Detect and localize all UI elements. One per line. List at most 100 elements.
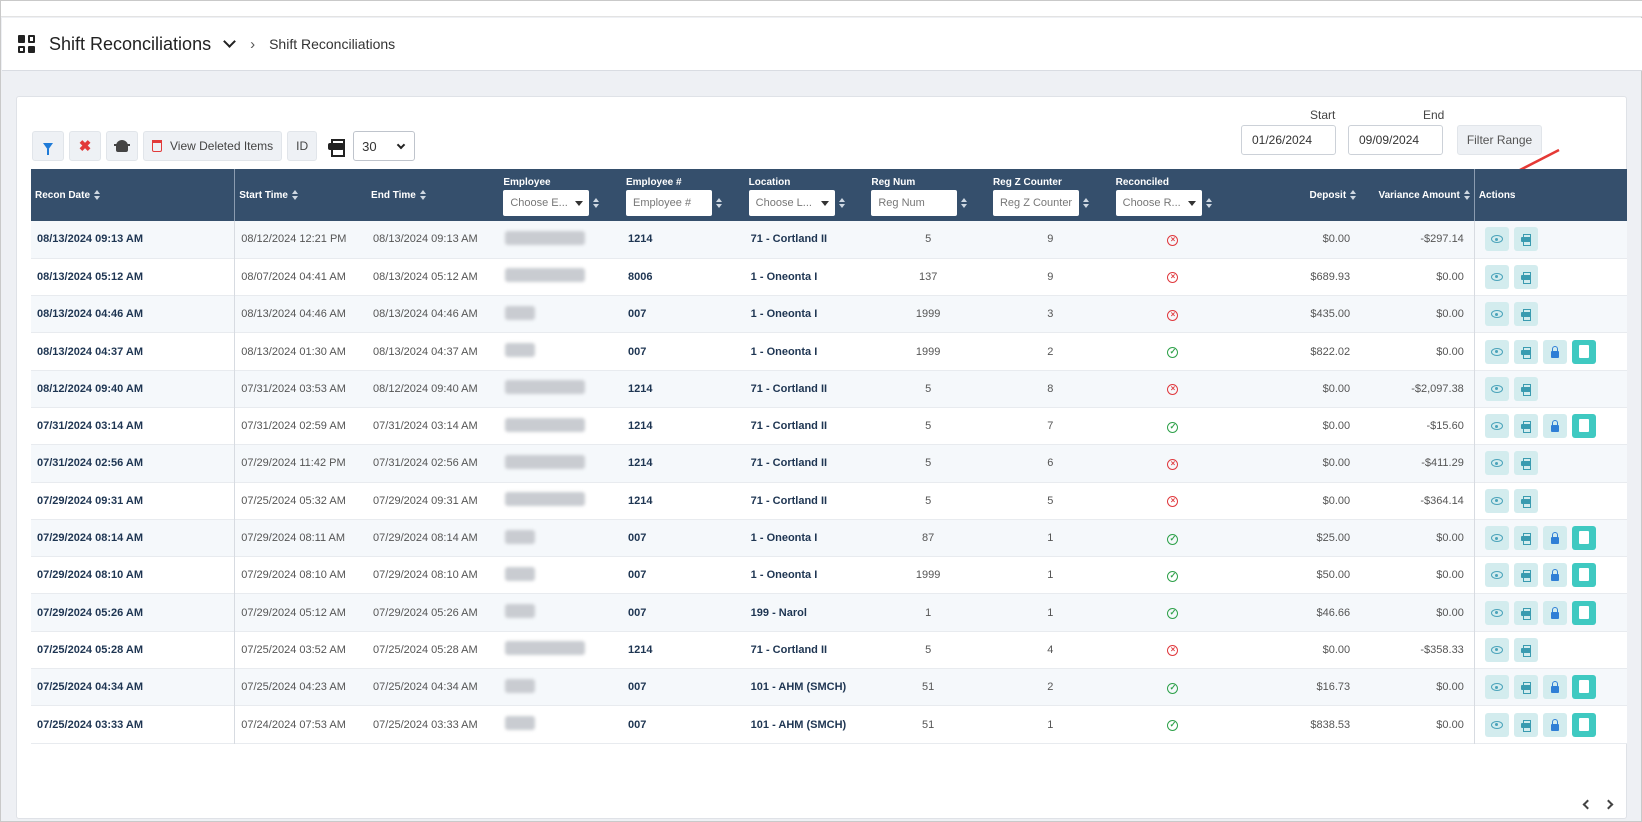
sort-icon[interactable] [1205, 197, 1212, 208]
view-button[interactable] [1484, 675, 1509, 700]
table-row[interactable]: 08/13/2024 04:37 AM 08/13/2024 01:30 AM … [31, 332, 1627, 371]
unlock-button[interactable] [1542, 600, 1567, 625]
table-row[interactable]: 07/25/2024 03:33 AM 07/24/2024 07:53 AM … [31, 705, 1627, 744]
view-button[interactable] [1484, 600, 1509, 625]
view-button[interactable] [1484, 712, 1509, 737]
view-button[interactable] [1484, 637, 1509, 662]
unlock-button[interactable] [1542, 712, 1567, 737]
col-start-time[interactable]: Start Time [235, 169, 367, 221]
view-button[interactable] [1484, 414, 1509, 439]
print-button[interactable] [1513, 712, 1538, 737]
sort-icon[interactable] [419, 189, 426, 200]
table-row[interactable]: 08/13/2024 09:13 AM 08/12/2024 12:21 PM … [31, 221, 1627, 259]
chevron-right-icon[interactable] [1603, 799, 1614, 810]
table-row[interactable]: 07/29/2024 05:26 AM 07/29/2024 05:12 AM … [31, 593, 1627, 632]
document-button[interactable] [1571, 712, 1596, 737]
id-button[interactable]: ID [287, 131, 318, 161]
print-button[interactable] [1513, 414, 1538, 439]
view-button[interactable] [1484, 526, 1509, 551]
document-button[interactable] [1571, 414, 1596, 439]
view-button[interactable] [1484, 488, 1509, 513]
sort-icon[interactable] [1463, 189, 1470, 200]
col-recon-date[interactable]: Recon Date [31, 169, 236, 221]
col-end-time[interactable]: End Time [367, 169, 499, 221]
table-row[interactable]: 07/29/2024 08:10 AM 07/29/2024 08:10 AM … [31, 556, 1627, 594]
table-row[interactable]: 08/12/2024 09:40 AM 07/31/2024 03:53 AM … [31, 370, 1627, 408]
view-button[interactable] [1484, 376, 1509, 401]
start-date-input[interactable]: 01/26/2024 [1241, 125, 1336, 155]
sort-icon[interactable] [716, 197, 722, 208]
clear-filter-button[interactable]: ✖ [69, 131, 101, 161]
breadcrumb[interactable]: Shift Reconciliations [269, 36, 395, 52]
eye-icon [1490, 645, 1503, 654]
view-deleted-button[interactable]: View Deleted Items [143, 131, 283, 161]
col-variance-amount[interactable]: Variance Amount [1360, 169, 1475, 221]
view-button[interactable] [1484, 339, 1509, 364]
print-button[interactable] [1513, 451, 1538, 476]
document-button[interactable] [1571, 563, 1596, 588]
chevron-down-icon[interactable] [223, 35, 236, 48]
table-row[interactable]: 08/13/2024 04:46 AM 08/13/2024 04:46 AM … [31, 295, 1627, 333]
employee-filter-select[interactable]: Choose E... [503, 189, 590, 216]
x-circle-icon: × [1167, 272, 1179, 284]
table-row[interactable]: 07/25/2024 05:28 AM 07/25/2024 03:52 AM … [31, 631, 1627, 669]
sort-icon[interactable] [94, 189, 101, 200]
chevron-left-icon[interactable] [1582, 799, 1593, 810]
sort-icon[interactable] [961, 197, 968, 208]
print-button[interactable] [1513, 526, 1538, 551]
cell-reg-z: 9 [1047, 233, 1054, 246]
table-row[interactable]: 07/29/2024 09:31 AM 07/25/2024 05:32 AM … [31, 482, 1627, 520]
unlock-button[interactable] [1542, 563, 1567, 588]
unlock-button[interactable] [1542, 526, 1567, 551]
document-button[interactable] [1571, 600, 1596, 625]
page-size-select[interactable]: 30 [353, 131, 416, 161]
print-button[interactable] [1513, 600, 1538, 625]
print-button[interactable] [1513, 264, 1538, 289]
cell-employee [499, 631, 622, 668]
sort-icon[interactable] [292, 189, 298, 200]
incognito-button[interactable] [106, 131, 138, 161]
document-button[interactable] [1571, 526, 1596, 551]
pagination [1582, 799, 1614, 810]
unlock-button[interactable] [1542, 675, 1567, 700]
view-button[interactable] [1484, 563, 1509, 588]
table-row[interactable]: 07/31/2024 02:56 AM 07/29/2024 11:42 PM … [31, 444, 1627, 483]
table-row[interactable]: 07/25/2024 04:34 AM 07/25/2024 04:23 AM … [31, 668, 1627, 706]
print-icon[interactable] [328, 139, 346, 157]
print-button[interactable] [1513, 227, 1538, 252]
print-button[interactable] [1513, 339, 1538, 364]
view-button[interactable] [1484, 264, 1509, 289]
filter-button[interactable] [32, 131, 64, 161]
print-button[interactable] [1513, 302, 1538, 327]
cell-end-time: 07/31/2024 03:14 AM [373, 420, 478, 433]
grid-icon[interactable] [18, 35, 36, 53]
sort-icon[interactable] [593, 197, 600, 208]
sort-icon[interactable] [1350, 189, 1357, 200]
table-row[interactable]: 07/31/2024 03:14 AM 07/31/2024 02:59 AM … [31, 407, 1627, 445]
col-deposit[interactable]: Deposit [1234, 169, 1360, 221]
print-icon [1520, 383, 1531, 396]
sort-icon[interactable] [1082, 197, 1089, 208]
sort-icon[interactable] [838, 197, 845, 208]
end-date-input[interactable]: 09/09/2024 [1348, 125, 1443, 155]
employee-num-filter-input[interactable]: Employee # [626, 189, 712, 216]
print-button[interactable] [1513, 637, 1538, 662]
view-button[interactable] [1484, 227, 1509, 252]
document-button[interactable] [1571, 339, 1596, 364]
location-filter-select[interactable]: Choose L... [748, 189, 835, 216]
view-button[interactable] [1484, 302, 1509, 327]
table-row[interactable]: 08/13/2024 05:12 AM 08/07/2024 04:41 AM … [31, 258, 1627, 296]
print-button[interactable] [1513, 488, 1538, 513]
print-button[interactable] [1513, 376, 1538, 401]
unlock-button[interactable] [1542, 339, 1567, 364]
reg-num-filter-input[interactable]: Reg Num [871, 189, 958, 216]
view-button[interactable] [1484, 451, 1509, 476]
print-button[interactable] [1513, 563, 1538, 588]
document-button[interactable] [1571, 675, 1596, 700]
reg-z-filter-input[interactable]: Reg Z Counter [992, 189, 1079, 216]
x-circle-icon: × [1167, 309, 1179, 321]
print-button[interactable] [1513, 675, 1538, 700]
unlock-button[interactable] [1542, 414, 1567, 439]
table-row[interactable]: 07/29/2024 08:14 AM 07/29/2024 08:11 AM … [31, 519, 1627, 557]
reconciled-filter-select[interactable]: Choose R... [1115, 189, 1202, 216]
